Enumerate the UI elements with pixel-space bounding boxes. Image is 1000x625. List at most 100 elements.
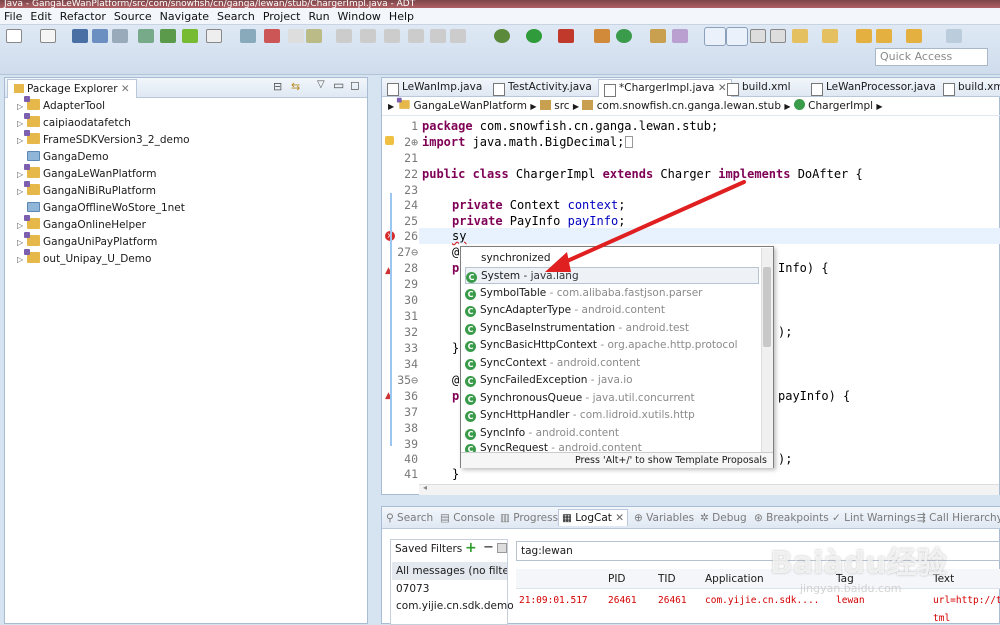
terminate-icon[interactable]: [450, 29, 466, 43]
step-icon[interactable]: [384, 29, 400, 43]
column-application[interactable]: Application: [705, 573, 764, 585]
filter-item[interactable]: com.yijie.cn.sdk.demo: [396, 600, 514, 612]
menu-help[interactable]: Help: [385, 8, 418, 25]
scroll-left-icon[interactable]: ◂: [423, 483, 427, 492]
tab-lint-warnings[interactable]: ✓ Lint Warnings: [832, 510, 916, 526]
forward-nav-icon[interactable]: [906, 29, 922, 43]
tab-variables[interactable]: ⊕ Variables: [634, 510, 694, 526]
back-nav-icon[interactable]: [876, 29, 892, 43]
tab-call-hierarchy[interactable]: ⇶ Call Hierarchy: [917, 510, 1000, 526]
suspend-icon[interactable]: [430, 29, 446, 43]
toggle-highlight-icon[interactable]: [726, 27, 748, 46]
android-sdk-manager-icon[interactable]: [138, 29, 154, 43]
toggle-mark-occurrences-icon[interactable]: [704, 27, 726, 46]
save-icon[interactable]: [72, 29, 88, 43]
horizontal-scrollbar[interactable]: ◂: [419, 483, 999, 495]
code-line-26[interactable]: sy: [452, 229, 466, 243]
tree-item-ganganibiruplatform[interactable]: ▷ GangaNiBiRuPlatform: [17, 181, 156, 200]
code-line-22[interactable]: public class ChargerImpl extends Charger…: [422, 167, 863, 181]
tree-item-gangalewanplatform[interactable]: ▷ GangaLeWanPlatform: [17, 164, 157, 183]
proposal-scrollbar-thumb[interactable]: [763, 267, 771, 347]
quick-access-input[interactable]: Quick Access: [875, 48, 988, 66]
external-tools-icon[interactable]: [558, 29, 574, 43]
maximize-icon[interactable]: ◻: [350, 78, 360, 92]
new-android-project-icon[interactable]: [240, 29, 256, 43]
proposal-item[interactable]: C SyncAdapterType - android.content: [465, 302, 759, 319]
tree-item-framesdk[interactable]: ▷ FrameSDKVersion3_2_demo: [17, 130, 190, 149]
code-line-33[interactable]: }: [452, 341, 459, 355]
tab-progress[interactable]: ▥ Progress: [500, 510, 558, 526]
tab-lewanimp-java[interactable]: LeWanImp.java: [382, 79, 486, 97]
android-lint-icon[interactable]: [182, 29, 198, 43]
save-all-icon[interactable]: [92, 29, 108, 43]
filter-item[interactable]: 07073: [396, 583, 429, 595]
android-avd-icon[interactable]: [160, 29, 176, 43]
print-icon[interactable]: [112, 29, 128, 43]
new-class-icon[interactable]: [594, 29, 610, 43]
menu-project[interactable]: Project: [259, 8, 305, 25]
tab-breakpoints[interactable]: ⊛ Breakpoints: [754, 510, 829, 526]
next-annotation-icon[interactable]: [792, 29, 808, 43]
proposal-item[interactable]: C SymbolTable - com.alibaba.fastjson.pars…: [465, 285, 759, 302]
menu-edit[interactable]: Edit: [26, 8, 55, 25]
proposal-item[interactable]: C SyncRequest - android.content: [465, 441, 759, 452]
run-icon[interactable]: [526, 29, 542, 43]
tree-item-gangaofflinewostore[interactable]: GangaOfflineWoStore_1net: [17, 200, 185, 217]
menu-window[interactable]: Window: [334, 8, 385, 25]
menu-run[interactable]: Run: [304, 8, 333, 25]
proposal-item[interactable]: C SyncContext - android.content: [465, 355, 759, 372]
filter-item-all[interactable]: All messages (no filter: [392, 562, 507, 580]
breadcrumb-package[interactable]: com.snowfish.cn.ganga.lewan.stub: [597, 100, 781, 112]
menu-file[interactable]: File: [0, 8, 26, 25]
debug-icon[interactable]: [494, 29, 510, 43]
menu-navigate[interactable]: Navigate: [156, 8, 213, 25]
tab-testactivity-java[interactable]: TestActivity.java: [488, 79, 596, 97]
tab-chargerimpl-java[interactable]: *ChargerImpl.java ✕: [598, 79, 732, 97]
minimize-icon[interactable]: ▭: [333, 78, 344, 92]
view-menu-icon[interactable]: ▽: [317, 79, 325, 90]
tree-item-gangaonlinehelper[interactable]: ▷ GangaOnlineHelper: [17, 215, 146, 234]
checkbox-tool-icon[interactable]: [206, 29, 222, 43]
breadcrumb-project[interactable]: GangaLeWanPlatform: [414, 100, 528, 112]
tree-item-gangademo[interactable]: GangaDemo: [17, 149, 109, 166]
forward-icon[interactable]: [360, 29, 376, 43]
edit-filter-icon[interactable]: [497, 543, 507, 553]
block-selection-icon[interactable]: [770, 29, 786, 43]
proposal-item[interactable]: C SyncInfo - android.content: [465, 425, 759, 442]
code-line-27[interactable]: @: [452, 245, 459, 259]
tab-debug[interactable]: ✲ Debug: [700, 510, 747, 526]
code-line-41[interactable]: }: [452, 467, 459, 481]
code-line-35[interactable]: @: [452, 373, 459, 387]
code-line-25[interactable]: private PayInfo payInfo;: [452, 214, 625, 228]
proposal-item[interactable]: C SynchronousQueue - java.util.concurrent: [465, 390, 759, 407]
close-icon[interactable]: ✕: [615, 512, 624, 524]
tree-item-gangaunipayplatform[interactable]: ▷ GangaUniPayPlatform: [17, 232, 157, 251]
column-pid[interactable]: PID: [608, 573, 626, 585]
tab-search[interactable]: ⚲ Search: [386, 510, 433, 526]
format-icon[interactable]: [288, 29, 304, 43]
last-edit-icon[interactable]: [856, 29, 872, 43]
code-line-2[interactable]: import java.math.BigDecimal;: [422, 135, 634, 149]
tree-item-out-unipay-u-demo[interactable]: ▷ out_Unipay_U_Demo: [17, 249, 151, 268]
code-line-1[interactable]: package com.snowfish.cn.ganga.lewan.stub…: [422, 119, 718, 133]
search-tool-icon[interactable]: [672, 29, 688, 43]
tab-build-xml-2[interactable]: build.xml: [938, 79, 1000, 97]
new-icon[interactable]: [6, 29, 22, 43]
tab-lewanprocessor-java[interactable]: LeWanProcessor.java: [806, 79, 940, 97]
proposal-item[interactable]: C SyncFailedException - java.io: [465, 372, 759, 389]
add-filter-icon[interactable]: +: [465, 540, 477, 556]
menu-refactor[interactable]: Refactor: [56, 8, 110, 25]
code-line-36[interactable]: p: [452, 389, 459, 403]
menu-source[interactable]: Source: [110, 8, 156, 25]
tab-logcat[interactable]: ▦ LogCat ✕: [558, 509, 629, 526]
tab-build-xml[interactable]: build.xml: [722, 79, 795, 97]
collapse-all-icon[interactable]: ⊟: [273, 80, 282, 93]
tab-console[interactable]: ▤ Console: [440, 510, 495, 526]
open-type-icon[interactable]: [650, 29, 666, 43]
proposal-item-selected[interactable]: C System - java.lang: [465, 267, 759, 284]
breadcrumb-src[interactable]: src: [554, 100, 569, 112]
pin-icon[interactable]: [946, 29, 962, 43]
show-whitespace-icon[interactable]: [750, 29, 766, 43]
tree-item-caipiaodatafetch[interactable]: ▷ caipiaodatafetch: [17, 113, 131, 132]
proposal-item[interactable]: C SyncHttpHandler - com.lidroid.xutils.ht…: [465, 407, 759, 424]
